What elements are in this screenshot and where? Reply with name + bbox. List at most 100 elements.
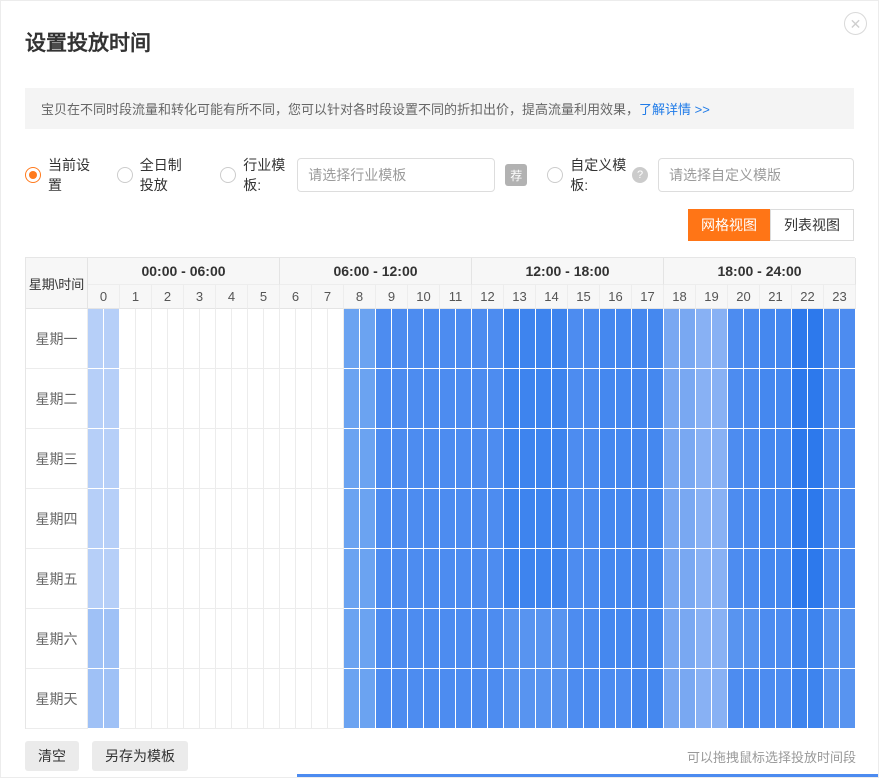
schedule-cell[interactable]	[216, 669, 232, 729]
schedule-cell[interactable]	[632, 309, 648, 369]
schedule-cell[interactable]	[328, 369, 344, 429]
schedule-cell[interactable]	[104, 609, 120, 669]
schedule-cell[interactable]	[408, 549, 424, 609]
schedule-cell[interactable]	[648, 669, 664, 729]
schedule-cell[interactable]	[376, 369, 392, 429]
schedule-cell[interactable]	[88, 669, 104, 729]
schedule-cell[interactable]	[360, 489, 376, 549]
schedule-cell[interactable]	[808, 549, 824, 609]
schedule-cell[interactable]	[312, 609, 328, 669]
schedule-cell[interactable]	[168, 429, 184, 489]
schedule-cell[interactable]	[584, 669, 600, 729]
schedule-cell[interactable]	[280, 429, 296, 489]
schedule-cell[interactable]	[792, 609, 808, 669]
schedule-cell[interactable]	[280, 609, 296, 669]
schedule-cell[interactable]	[264, 309, 280, 369]
schedule-cell[interactable]	[344, 549, 360, 609]
schedule-cell[interactable]	[104, 669, 120, 729]
schedule-cell[interactable]	[216, 549, 232, 609]
schedule-cell[interactable]	[664, 429, 680, 489]
schedule-cell[interactable]	[104, 369, 120, 429]
schedule-cell[interactable]	[696, 609, 712, 669]
schedule-cell[interactable]	[264, 669, 280, 729]
schedule-cell[interactable]	[216, 489, 232, 549]
schedule-cell[interactable]	[728, 609, 744, 669]
schedule-cell[interactable]	[424, 369, 440, 429]
schedule-cell[interactable]	[680, 669, 696, 729]
schedule-cell[interactable]	[840, 309, 856, 369]
schedule-cell[interactable]	[232, 429, 248, 489]
schedule-cell[interactable]	[776, 309, 792, 369]
schedule-cell[interactable]	[216, 609, 232, 669]
schedule-cell[interactable]	[680, 309, 696, 369]
schedule-cell[interactable]	[168, 549, 184, 609]
schedule-cell[interactable]	[536, 669, 552, 729]
schedule-cell[interactable]	[600, 669, 616, 729]
schedule-cell[interactable]	[216, 309, 232, 369]
schedule-cell[interactable]	[488, 369, 504, 429]
schedule-cell[interactable]	[152, 609, 168, 669]
schedule-cell[interactable]	[552, 669, 568, 729]
schedule-cell[interactable]	[360, 549, 376, 609]
schedule-cell[interactable]	[280, 669, 296, 729]
schedule-cell[interactable]	[536, 609, 552, 669]
schedule-cell[interactable]	[344, 669, 360, 729]
schedule-cell[interactable]	[168, 369, 184, 429]
radio-current-settings[interactable]: 当前设置	[25, 155, 91, 195]
schedule-cell[interactable]	[584, 489, 600, 549]
schedule-cell[interactable]	[136, 369, 152, 429]
schedule-cell[interactable]	[344, 369, 360, 429]
schedule-cell[interactable]	[664, 489, 680, 549]
schedule-cell[interactable]	[296, 309, 312, 369]
schedule-cell[interactable]	[248, 309, 264, 369]
schedule-cell[interactable]	[216, 429, 232, 489]
schedule-cell[interactable]	[712, 429, 728, 489]
schedule-cell[interactable]	[264, 549, 280, 609]
schedule-cell[interactable]	[456, 489, 472, 549]
schedule-cell[interactable]	[248, 669, 264, 729]
help-icon[interactable]: ?	[632, 167, 648, 183]
schedule-cell[interactable]	[424, 309, 440, 369]
schedule-cell[interactable]	[568, 609, 584, 669]
schedule-cell[interactable]	[184, 669, 200, 729]
schedule-cell[interactable]	[184, 369, 200, 429]
schedule-cell[interactable]	[744, 669, 760, 729]
schedule-cell[interactable]	[168, 609, 184, 669]
schedule-cell[interactable]	[472, 609, 488, 669]
schedule-cell[interactable]	[648, 309, 664, 369]
schedule-cell[interactable]	[312, 309, 328, 369]
schedule-cell[interactable]	[680, 549, 696, 609]
schedule-cell[interactable]	[296, 669, 312, 729]
schedule-cell[interactable]	[824, 549, 840, 609]
schedule-cell[interactable]	[312, 429, 328, 489]
clear-button[interactable]: 清空	[25, 741, 79, 771]
schedule-cell[interactable]	[328, 429, 344, 489]
schedule-cell[interactable]	[520, 369, 536, 429]
schedule-cell[interactable]	[744, 309, 760, 369]
schedule-cell[interactable]	[376, 489, 392, 549]
schedule-cell[interactable]	[408, 309, 424, 369]
schedule-cell[interactable]	[488, 609, 504, 669]
schedule-cell[interactable]	[632, 609, 648, 669]
schedule-cell[interactable]	[360, 309, 376, 369]
schedule-cell[interactable]	[408, 489, 424, 549]
grid-view-button[interactable]: 网格视图	[688, 209, 770, 241]
schedule-cell[interactable]	[408, 669, 424, 729]
schedule-cell[interactable]	[184, 549, 200, 609]
schedule-cell[interactable]	[328, 609, 344, 669]
schedule-cell[interactable]	[136, 609, 152, 669]
schedule-cell[interactable]	[344, 609, 360, 669]
schedule-cell[interactable]	[88, 309, 104, 369]
schedule-cell[interactable]	[712, 489, 728, 549]
schedule-cell[interactable]	[712, 609, 728, 669]
schedule-cell[interactable]	[264, 369, 280, 429]
schedule-cell[interactable]	[120, 489, 136, 549]
schedule-cell[interactable]	[760, 309, 776, 369]
schedule-cell[interactable]	[616, 549, 632, 609]
schedule-cell[interactable]	[408, 369, 424, 429]
schedule-cell[interactable]	[232, 609, 248, 669]
schedule-cell[interactable]	[312, 369, 328, 429]
schedule-cell[interactable]	[712, 669, 728, 729]
schedule-cell[interactable]	[568, 429, 584, 489]
schedule-cell[interactable]	[616, 609, 632, 669]
